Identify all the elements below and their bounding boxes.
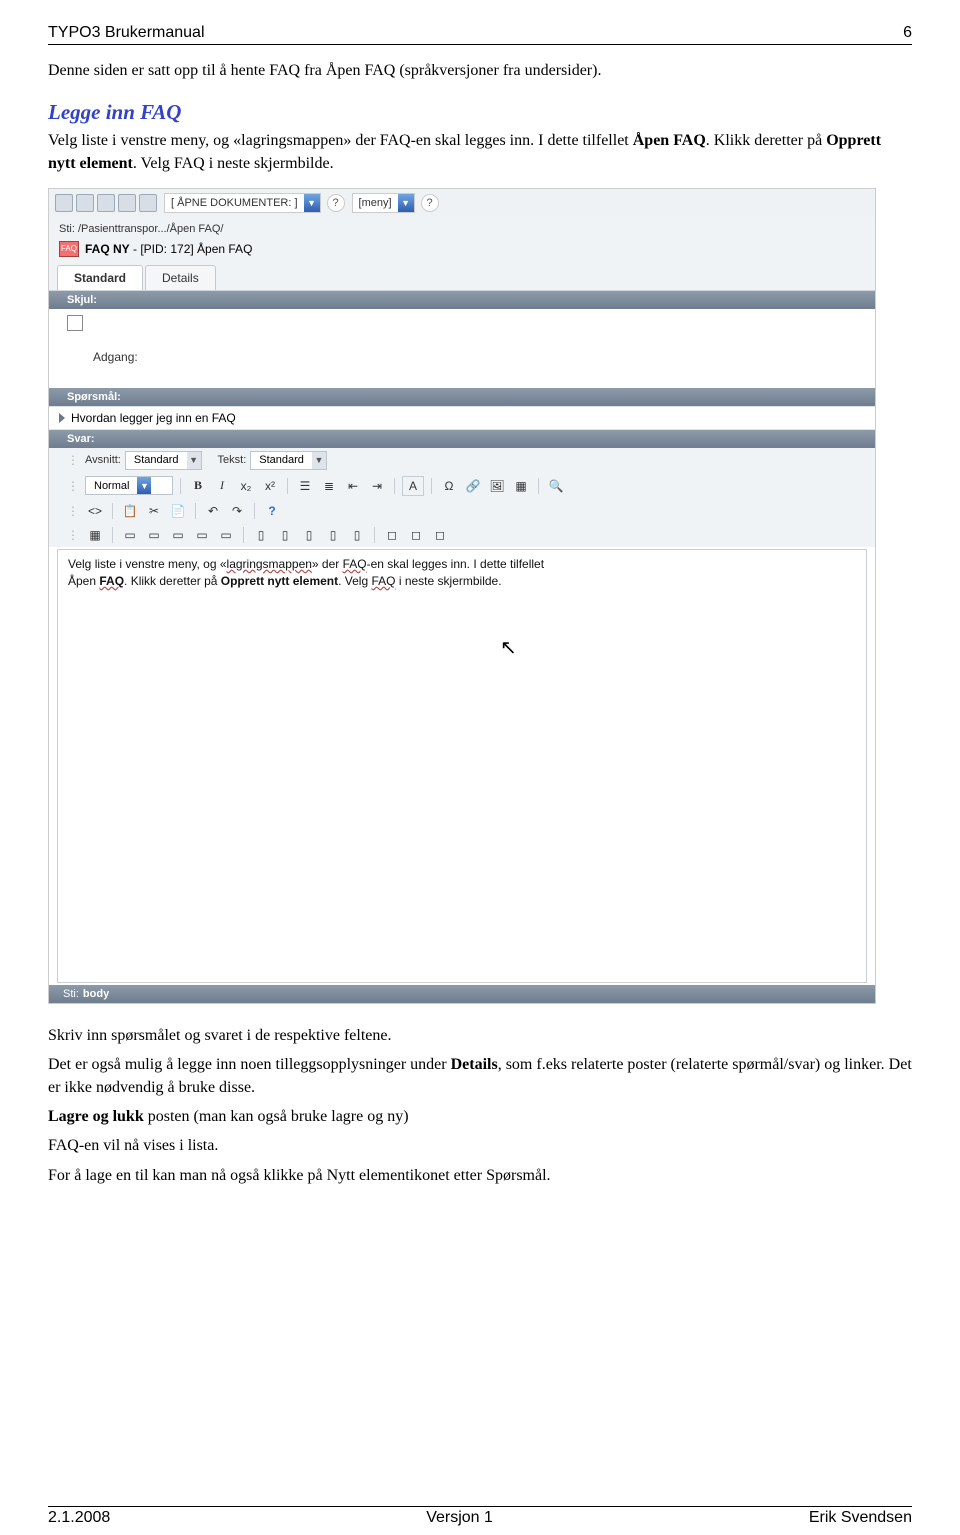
footer-right: Erik Svendsen	[809, 1509, 912, 1527]
image-button[interactable]: 🖼	[487, 477, 507, 495]
footer-mid: Versjon 1	[426, 1509, 493, 1527]
block-format-select[interactable]: Normal▼	[85, 476, 173, 495]
header-left: TYPO3 Brukermanual	[48, 24, 205, 42]
header-right: 6	[903, 24, 912, 42]
undo-button[interactable]: ↶	[203, 502, 223, 520]
copy-button[interactable]: 📋	[120, 502, 140, 520]
section-heading: Legge inn FAQ	[48, 100, 912, 125]
delete-row-button[interactable]: ▭	[192, 526, 212, 544]
footer-left: 2.1.2008	[48, 1509, 110, 1527]
intro-text: Denne siden er satt opp til å hente FAQ …	[48, 59, 912, 82]
hide-checkbox[interactable]	[67, 315, 83, 331]
chevron-down-icon: ▼	[304, 194, 320, 212]
table-props-button[interactable]: ▦	[85, 526, 105, 544]
close-icon[interactable]	[139, 194, 157, 212]
adgang-label: Adgang:	[49, 344, 875, 366]
special-char-button[interactable]: Ω	[439, 477, 459, 495]
help-icon[interactable]: ?	[421, 194, 439, 212]
paragraph-1: Velg liste i venstre meny, og «lagringsm…	[48, 129, 912, 175]
after-p4: FAQ-en vil nå vises i lista.	[48, 1134, 912, 1157]
find-button[interactable]: 🔍	[546, 477, 566, 495]
breadcrumb-path: Sti: /Pasienttranspor.../Åpen FAQ/	[49, 217, 875, 239]
split-col-button[interactable]: ▯	[347, 526, 367, 544]
cell-props-button[interactable]: ◻	[382, 526, 402, 544]
meny-dropdown[interactable]: [meny] ▼	[352, 193, 415, 213]
doc-toolbar: [ ÅPNE DOKUMENTER: ] ▼ ? [meny] ▼ ?	[49, 189, 875, 217]
chevron-down-icon: ▼	[312, 452, 326, 469]
page-footer: 2.1.2008 Versjon 1 Erik Svendsen	[48, 1506, 912, 1527]
paragraph-select[interactable]: Standard▼	[125, 451, 202, 470]
section-sporsmal: Spørsmål:	[49, 388, 875, 406]
rte-toolbar: ⋮ Avsnitt: Standard▼ Tekst: Standard▼ ⋮ …	[49, 448, 875, 547]
tab-details[interactable]: Details	[145, 265, 216, 290]
tabs: Standard Details	[49, 265, 875, 290]
paste-button[interactable]: 📄	[168, 502, 188, 520]
help-button[interactable]: ?	[262, 502, 282, 520]
save-icon[interactable]	[55, 194, 73, 212]
tab-standard[interactable]: Standard	[57, 265, 143, 290]
insert-col-before-button[interactable]: ▯	[275, 526, 295, 544]
faq-icon: FAQ	[59, 241, 79, 257]
save-new-icon[interactable]	[118, 194, 136, 212]
cut-button[interactable]: ✂	[144, 502, 164, 520]
cursor-icon: ↖	[500, 634, 517, 663]
subscript-button[interactable]: x₂	[236, 477, 256, 495]
split-cell-button[interactable]: ◻	[430, 526, 450, 544]
question-field[interactable]: Hvordan legger jeg inn en FAQ	[49, 406, 875, 430]
section-skjul: Skjul:	[49, 291, 875, 309]
grip-icon: ⋮	[67, 528, 79, 542]
after-p5: For å lage en til kan man nå også klikke…	[48, 1164, 912, 1187]
text-style-select[interactable]: Standard▼	[250, 451, 327, 470]
grip-icon: ⋮	[67, 453, 79, 467]
insert-row-below-button[interactable]: ▭	[168, 526, 188, 544]
help-icon[interactable]: ?	[327, 194, 345, 212]
chevron-down-icon: ▼	[137, 477, 151, 494]
insert-row-above-button[interactable]: ▭	[144, 526, 164, 544]
typo3-screenshot: [ ÅPNE DOKUMENTER: ] ▼ ? [meny] ▼ ? Sti:…	[48, 188, 876, 1004]
italic-button[interactable]: I	[212, 477, 232, 495]
link-button[interactable]: 🔗	[463, 477, 483, 495]
unordered-list-button[interactable]: ≣	[319, 477, 339, 495]
bold-button[interactable]: B	[188, 477, 208, 495]
table-button[interactable]: ▦	[511, 477, 531, 495]
grip-icon: ⋮	[67, 504, 79, 518]
record-title: FAQ FAQ NY - [PID: 172] Åpen FAQ	[49, 239, 875, 265]
ordered-list-button[interactable]: ☰	[295, 477, 315, 495]
save-close-icon[interactable]	[97, 194, 115, 212]
section-svar: Svar:	[49, 430, 875, 448]
font-color-button[interactable]: A	[402, 476, 424, 496]
merge-cells-button[interactable]: ◻	[406, 526, 426, 544]
outdent-button[interactable]: ⇤	[343, 477, 363, 495]
after-p2: Det er også mulig å legge inn noen tille…	[48, 1053, 912, 1099]
save-view-icon[interactable]	[76, 194, 94, 212]
source-button[interactable]: <>	[85, 502, 105, 520]
after-p3: Lagre og lukk posten (man kan også bruke…	[48, 1105, 912, 1128]
rte-editor[interactable]: Velg liste i venstre meny, og «lagringsm…	[57, 549, 867, 983]
delete-col-button[interactable]: ▯	[323, 526, 343, 544]
open-docs-dropdown[interactable]: [ ÅPNE DOKUMENTER: ] ▼	[164, 193, 321, 213]
question-text: Hvordan legger jeg inn en FAQ	[71, 411, 236, 425]
superscript-button[interactable]: x²	[260, 477, 280, 495]
grip-icon: ⋮	[67, 479, 79, 493]
page-header: TYPO3 Brukermanual 6	[48, 24, 912, 45]
col-props-button[interactable]: ▯	[251, 526, 271, 544]
indent-button[interactable]: ⇥	[367, 477, 387, 495]
insert-col-after-button[interactable]: ▯	[299, 526, 319, 544]
after-p1: Skriv inn spørsmålet og svaret i de resp…	[48, 1024, 912, 1047]
redo-button[interactable]: ↷	[227, 502, 247, 520]
triangle-icon	[59, 413, 65, 423]
chevron-down-icon: ▼	[398, 194, 414, 212]
chevron-down-icon: ▼	[187, 452, 201, 469]
split-row-button[interactable]: ▭	[216, 526, 236, 544]
rte-statusbar: Sti:body	[49, 985, 875, 1003]
row-props-button[interactable]: ▭	[120, 526, 140, 544]
